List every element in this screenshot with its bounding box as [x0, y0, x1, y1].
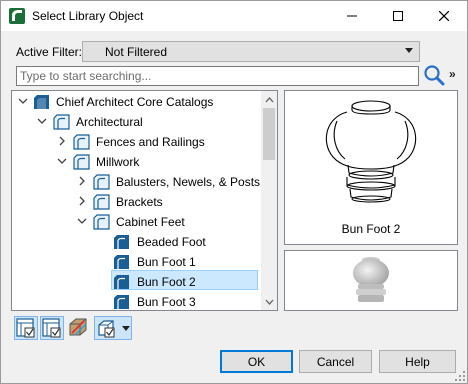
bun-foot-render — [353, 257, 389, 302]
help-button[interactable]: Help — [379, 350, 456, 373]
chevron-down-icon[interactable] — [17, 95, 29, 107]
tree-item-bun-foot-2[interactable]: Bun Foot 2 — [12, 272, 262, 292]
chevron-down-icon — [122, 326, 130, 331]
title-bar[interactable]: Select Library Object — [1, 1, 467, 31]
tree-item-core-catalogs[interactable]: Chief Architect Core Catalogs — [12, 92, 262, 112]
chevron-down-icon — [405, 48, 413, 53]
tree-item-brackets[interactable]: Brackets — [12, 192, 262, 212]
material-button[interactable] — [67, 316, 91, 340]
tree-item-bun-foot-1[interactable]: Bun Foot 1 — [12, 252, 262, 272]
search-input[interactable] — [16, 66, 419, 86]
scrollbar-thumb[interactable] — [263, 108, 275, 160]
select-library-object-dialog: Select Library Object Active Filter: Not… — [0, 0, 468, 384]
active-filter-dropdown[interactable]: Not Filtered — [82, 41, 420, 62]
object-preview-panel: Bun Foot 2 — [284, 90, 458, 245]
place-object-icon — [98, 320, 115, 338]
folder-icon — [93, 214, 110, 230]
tree-item-label: Architectural — [76, 115, 143, 129]
tree-item-label: Balusters, Newels, & Posts — [116, 175, 261, 189]
show-filter-button[interactable] — [40, 316, 64, 340]
tree-item-label: Bun Foot 2 — [137, 275, 196, 289]
more-options-button[interactable]: » — [449, 67, 456, 81]
chevron-right-icon[interactable] — [76, 175, 88, 187]
maximize-icon — [393, 11, 403, 21]
cancel-button[interactable]: Cancel — [299, 350, 372, 373]
object-render-preview — [284, 250, 458, 311]
scroll-up-button[interactable] — [261, 91, 277, 108]
chevron-up-icon — [265, 96, 273, 102]
material-icon — [69, 318, 87, 336]
scroll-down-button[interactable] — [261, 293, 277, 310]
chevron-down-icon[interactable] — [36, 115, 48, 127]
close-button[interactable] — [421, 1, 467, 31]
folder-icon — [53, 114, 70, 130]
window-title: Select Library Object — [32, 9, 144, 23]
tree-item-label: Chief Architect Core Catalogs — [56, 95, 214, 109]
chief-architect-app-icon — [9, 8, 25, 24]
folder-icon — [73, 154, 90, 170]
bun-foot-line-drawing — [325, 100, 417, 203]
place-object-button[interactable] — [94, 316, 132, 340]
chevron-down-icon[interactable] — [76, 215, 88, 227]
folder-icon — [93, 194, 110, 210]
preview-caption: Bun Foot 2 — [341, 222, 401, 236]
tree-item-label: Beaded Foot — [137, 235, 206, 249]
chevron-right-icon[interactable] — [76, 195, 88, 207]
show-filter-icon — [42, 318, 61, 338]
tree-item-architectural[interactable]: Architectural — [12, 112, 262, 132]
library-object-icon — [114, 255, 129, 269]
tree-item-bun-foot-3[interactable]: Bun Foot 3 — [12, 292, 262, 310]
library-object-icon — [114, 235, 129, 249]
catalog-folder-icon — [34, 95, 49, 109]
active-filter-value: Not Filtered — [105, 45, 168, 59]
maximize-button[interactable] — [375, 1, 421, 31]
chevron-down-icon[interactable] — [56, 155, 68, 167]
tree-item-label: Fences and Railings — [96, 135, 205, 149]
library-object-icon — [114, 295, 129, 309]
show-catalog-button[interactable] — [14, 316, 38, 340]
folder-icon — [73, 134, 90, 150]
tree-item-label: Brackets — [116, 195, 163, 209]
close-icon — [439, 11, 449, 21]
tree-item-beaded-foot[interactable]: Beaded Foot — [12, 232, 262, 252]
tree-item-label: Bun Foot 1 — [137, 255, 196, 269]
ok-button[interactable]: OK — [220, 350, 293, 373]
show-catalog-icon — [16, 318, 35, 338]
tree-item-label: Bun Foot 3 — [137, 295, 196, 309]
folder-icon — [93, 174, 110, 190]
tree-item-cabinet-feet[interactable]: Cabinet Feet — [12, 212, 262, 232]
library-tree[interactable]: Chief Architect Core Catalogs Architectu… — [11, 90, 278, 311]
minimize-icon — [347, 15, 357, 17]
tree-item-label: Millwork — [96, 155, 140, 169]
minimize-button[interactable] — [329, 1, 375, 31]
resize-grip-icon[interactable] — [455, 371, 465, 381]
tree-item-millwork[interactable]: Millwork — [12, 152, 262, 172]
tree-item-fences-and-railings[interactable]: Fences and Railings — [12, 132, 262, 152]
tree-scrollbar[interactable] — [261, 91, 277, 310]
search-icon[interactable] — [422, 63, 446, 87]
library-object-icon — [114, 275, 129, 289]
tree-item-label: Cabinet Feet — [116, 215, 185, 229]
active-filter-label: Active Filter: — [16, 45, 83, 59]
chevron-right-icon[interactable] — [56, 135, 68, 147]
chevron-down-icon — [265, 299, 273, 305]
tree-item-balusters-newels-posts[interactable]: Balusters, Newels, & Posts — [12, 172, 262, 192]
